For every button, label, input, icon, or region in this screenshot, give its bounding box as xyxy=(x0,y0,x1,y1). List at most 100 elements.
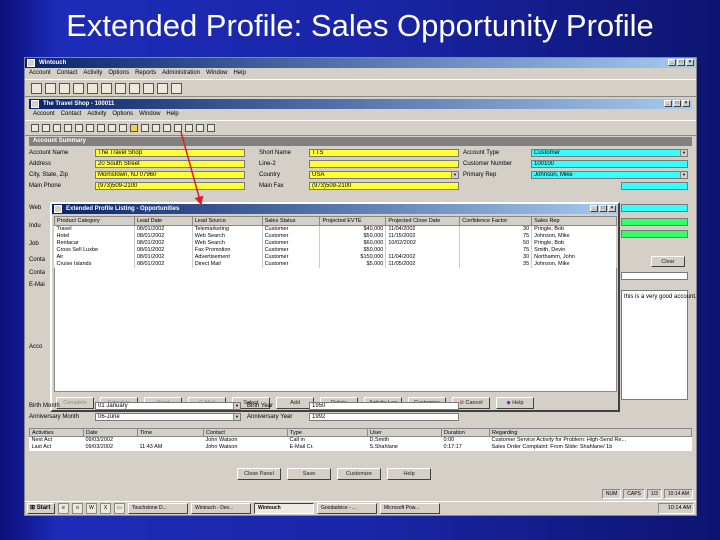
col-user[interactable]: User xyxy=(367,428,442,437)
menu-contact[interactable]: Contact xyxy=(57,69,78,78)
col-projected-evte[interactable]: Projected EVTE xyxy=(319,216,387,226)
ie-icon[interactable]: e xyxy=(58,503,69,514)
lookup-tool-icon[interactable] xyxy=(143,82,154,94)
chevron-down-icon[interactable]: ▼ xyxy=(233,414,240,420)
attach-icon[interactable] xyxy=(185,124,193,132)
person-icon[interactable] xyxy=(53,124,61,132)
calendar-tool-icon[interactable] xyxy=(73,82,84,94)
col-time[interactable]: Time xyxy=(137,428,204,437)
menu-reports[interactable]: Reports xyxy=(135,69,156,78)
right-field-5[interactable] xyxy=(621,272,688,280)
chevron-down-icon[interactable]: ▼ xyxy=(680,172,687,178)
menu-account[interactable]: Account xyxy=(29,69,51,78)
list-icon[interactable] xyxy=(108,124,116,132)
edit-icon[interactable] xyxy=(75,124,83,132)
line2-field[interactable] xyxy=(309,160,459,168)
help-button[interactable]: ◆ Help xyxy=(496,397,534,409)
save-icon[interactable] xyxy=(42,124,50,132)
group-icon[interactable] xyxy=(86,124,94,132)
doc-minimize-icon[interactable]: _ xyxy=(664,100,672,107)
excel-icon[interactable]: X xyxy=(100,503,111,514)
account-type-field[interactable]: Customer ▼ xyxy=(531,149,688,157)
table-row[interactable]: Air 08/01/2002 Advertisement Customer $1… xyxy=(54,254,617,261)
menu-activity[interactable]: Activity xyxy=(83,69,102,78)
doc-close-icon[interactable]: × xyxy=(682,100,690,107)
help-tool-icon[interactable] xyxy=(171,82,182,94)
activity-row[interactable]: Next Act 09/03/2002 John Watson Call in … xyxy=(30,437,692,445)
col-contact[interactable]: Contact xyxy=(203,428,288,437)
birth-year-field[interactable]: 1950 xyxy=(309,402,459,410)
report-tool-icon[interactable] xyxy=(129,82,140,94)
filter-icon[interactable] xyxy=(196,124,204,132)
task-wintouch[interactable]: Wintouch xyxy=(254,503,314,514)
print-icon[interactable] xyxy=(152,124,160,132)
account-name-field[interactable]: The Travel Shop xyxy=(95,149,245,157)
task-touchstone[interactable]: Touchstone D... xyxy=(128,503,188,514)
address-field[interactable]: 20 South Street xyxy=(95,160,245,168)
settings-tool-icon[interactable] xyxy=(157,82,168,94)
phone-tool-icon[interactable] xyxy=(101,82,112,94)
dialog-maximize-icon[interactable]: □ xyxy=(599,205,607,212)
help-icon[interactable] xyxy=(207,124,215,132)
chevron-down-icon[interactable]: ▼ xyxy=(233,403,240,409)
col-duration[interactable]: Duration xyxy=(441,428,490,437)
desktop-icon[interactable]: ▭ xyxy=(114,503,125,514)
word-icon[interactable]: W xyxy=(86,503,97,514)
chart-icon[interactable] xyxy=(163,124,171,132)
table-row[interactable]: Rentacar 08/01/2002 Web Search Customer … xyxy=(54,240,617,247)
country-field[interactable]: USA ▼ xyxy=(309,171,459,179)
mail-icon[interactable] xyxy=(174,124,182,132)
doc-menu-window[interactable]: Window xyxy=(139,110,160,119)
print-tool-icon[interactable] xyxy=(115,82,126,94)
dialog-close-icon[interactable]: × xyxy=(608,205,616,212)
col-type[interactable]: Type xyxy=(287,428,368,437)
city-state-zip-field[interactable]: Morristown, NJ 07960 xyxy=(95,171,245,179)
anniversary-year-field[interactable]: 1992 xyxy=(309,413,459,421)
task-powerpoint[interactable]: Microsoft Pow... xyxy=(380,503,440,514)
doc-menu-help[interactable]: Help xyxy=(166,110,178,119)
minimize-icon[interactable]: _ xyxy=(668,59,676,66)
right-field-1[interactable] xyxy=(621,182,688,190)
customer-number-field[interactable]: 100100 xyxy=(531,160,688,168)
close-panel-button[interactable]: Close Panel xyxy=(237,468,281,480)
col-product-category[interactable]: Product Category xyxy=(54,216,135,226)
col-confidence-factor[interactable]: Confidence Factor xyxy=(459,216,533,226)
money-icon[interactable] xyxy=(119,124,127,132)
notes-box[interactable]: this is a very good account. xyxy=(621,290,696,400)
short-name-field[interactable]: TTS xyxy=(309,149,459,157)
primary-rep-field[interactable]: Johnson, Mike ▼ xyxy=(531,171,688,179)
customize-panel-button[interactable]: Customize xyxy=(337,468,381,480)
help-panel-button[interactable]: Help xyxy=(387,468,431,480)
chevron-down-icon[interactable]: ▼ xyxy=(451,172,458,178)
table-row[interactable]: Hotel 08/01/2002 Web Search Customer $50… xyxy=(54,233,617,240)
table-row[interactable]: Travel 08/01/2002 Telemarketing Customer… xyxy=(54,225,617,233)
account-tool-icon[interactable] xyxy=(31,82,42,94)
task-wintouch-dev[interactable]: Wintouch - Dev... xyxy=(191,503,251,514)
chevron-down-icon[interactable]: ▼ xyxy=(680,150,687,156)
anniversary-month-field[interactable]: 06-June ▼ xyxy=(95,413,241,421)
col-regarding[interactable]: Regarding xyxy=(489,428,692,437)
col-sales-rep[interactable]: Sales Rep xyxy=(531,216,617,226)
dialog-minimize-icon[interactable]: _ xyxy=(590,205,598,212)
col-sales-status[interactable]: Sales Status xyxy=(261,216,321,226)
task-icon[interactable] xyxy=(97,124,105,132)
col-activities[interactable]: Activities xyxy=(29,428,84,437)
col-lead-date[interactable]: Lead Date xyxy=(133,216,193,226)
menu-window[interactable]: Window xyxy=(206,69,227,78)
table-row[interactable]: Cruise Islands 08/01/2002 Direct Mail Cu… xyxy=(54,261,617,268)
doc-maximize-icon[interactable]: □ xyxy=(673,100,681,107)
doc-menu-account[interactable]: Account xyxy=(33,110,55,119)
main-phone-field[interactable]: (973)509-2100 xyxy=(95,182,245,190)
menu-administration[interactable]: Administration xyxy=(162,69,200,78)
doc-menu-activity[interactable]: Activity xyxy=(87,110,106,119)
main-fax-field[interactable]: (973)509-2100 xyxy=(309,182,459,190)
contact-tool-icon[interactable] xyxy=(45,82,56,94)
clear-button[interactable]: Clear xyxy=(651,256,685,267)
col-date[interactable]: Date xyxy=(83,428,138,437)
right-field-4[interactable] xyxy=(621,230,688,238)
outlook-icon[interactable]: o xyxy=(72,503,83,514)
open-icon[interactable] xyxy=(31,124,39,132)
menu-options[interactable]: Options xyxy=(108,69,129,78)
note-icon[interactable] xyxy=(64,124,72,132)
right-field-3[interactable] xyxy=(621,218,688,226)
